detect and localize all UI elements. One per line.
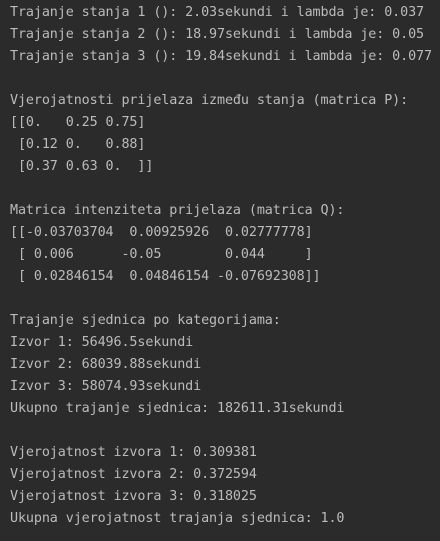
matrix-q-row: [ 0.006 -0.05 0.044 ] [10,247,313,262]
console-line: Trajanje stanja 3 (): 19.84sekundi i lam… [10,49,432,64]
console-line: Vjerojatnost izvora 3: 0.318025 [10,489,257,504]
console-line: Vjerojatnosti prijelaza između stanja (m… [10,93,409,108]
console-line: Ukupna vjerojatnost trajanja sjednica: 1… [10,511,345,526]
console-line: Trajanje stanja 1 (): 2.03sekundi i lamb… [10,5,425,20]
matrix-p-row: [0.12 0. 0.88] [10,137,146,152]
console-line: Izvor 1: 56496.5sekundi [10,335,194,350]
matrix-p-row: [[0. 0.25 0.75] [10,115,146,130]
console-line: Izvor 3: 58074.93sekundi [10,379,202,394]
console-line: Trajanje sjednica po kategorijama: [10,313,281,328]
console-line: Matrica intenziteta prijelaza (matrica Q… [10,203,345,218]
console-line: Vjerojatnost izvora 1: 0.309381 [10,445,257,460]
console-line: Ukupno trajanje sjednica: 182611.31sekun… [10,401,345,416]
console-output: Trajanje stanja 1 (): 2.03sekundi i lamb… [0,0,440,541]
matrix-q-row: [ 0.02846154 0.04846154 -0.07692308]] [10,269,321,284]
matrix-q-row: [[-0.03703704 0.00925926 0.02777778] [10,225,313,240]
matrix-p-row: [0.37 0.63 0. ]] [10,159,154,174]
console-line: Izvor 2: 68039.88sekundi [10,357,202,372]
console-line: Vjerojatnost izvora 2: 0.372594 [10,467,257,482]
console-line: Trajanje stanja 2 (): 18.97sekundi i lam… [10,27,425,42]
